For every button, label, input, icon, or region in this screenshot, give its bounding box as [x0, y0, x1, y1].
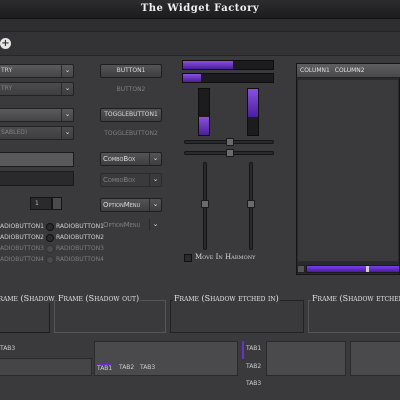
frame-shadow-out: [54, 300, 166, 333]
combo-disabled: SABLED) ⌄: [0, 126, 74, 140]
progress-bar-vertical-2: [247, 88, 259, 136]
radio-label: RADIOBUTTON3: [55, 245, 104, 252]
frame-shadow-etched-in-label: Frame (Shadow etched in): [173, 294, 280, 303]
horizontal-scrollbar[interactable]: [306, 265, 400, 273]
combo-entry-2: TRY ⌄: [0, 82, 74, 96]
combo-entry-1-text: TRY: [1, 67, 13, 74]
radio-button[interactable]: [45, 233, 54, 242]
radio-label: ADIOBUTTON4: [0, 256, 44, 263]
radio-group-1: ADIOBUTTON1 RADIOBUTTON1 ADIOBUTTON2 RADIO…: [0, 221, 104, 265]
radio-item: ADIOBUTTON4 RADIOBUTTON4: [0, 254, 104, 265]
spin-arrows[interactable]: [52, 197, 62, 210]
notebook2-tab-3[interactable]: TAB3: [140, 364, 155, 371]
frame-shadow-in: [0, 300, 50, 333]
notebook3-page: [266, 341, 346, 376]
combobox-label: ComboBox: [103, 155, 136, 163]
combo-entry-1[interactable]: TRY ⌄: [0, 64, 74, 78]
progress-fill: [183, 61, 233, 69]
radio-item[interactable]: ADIOBUTTON1 RADIOBUTTON1: [0, 221, 104, 232]
spin-value: 1: [35, 200, 39, 207]
toggle-button2: TOGGLEBUTTON2: [104, 130, 158, 137]
combobox[interactable]: ComboBox ⌄: [100, 152, 162, 166]
progress-bar-horizontal-2: [182, 73, 274, 83]
move-in-harmony-label: Move In Harmony: [195, 253, 256, 261]
chevron-down-icon: ⌄: [149, 219, 161, 231]
column2-header[interactable]: COLUMN2: [335, 67, 365, 74]
chevron-down-icon[interactable]: ⌄: [149, 199, 161, 211]
progress-fill: [248, 89, 258, 117]
option-menu-disabled: OptionMenu ⌄: [100, 218, 162, 232]
radio-label: RADIOBUTTON2: [55, 234, 104, 241]
toolbar: [0, 32, 400, 56]
window-title: The Widget Factory: [140, 3, 260, 14]
progress-bar-vertical-1: [198, 88, 210, 136]
notebook2-page: [94, 341, 238, 376]
option-menu-label: OptionMenu: [103, 201, 141, 209]
tree-body[interactable]: [298, 80, 398, 261]
button2: BUTTON2: [116, 86, 146, 93]
radio-label: ADIOBUTTON1: [0, 223, 44, 230]
radio-label: ADIOBUTTON2: [0, 234, 44, 241]
radio-label: RADIOBUTTON4: [55, 256, 104, 263]
radio-button: [45, 255, 54, 264]
scrollbar-grip-icon: [366, 266, 369, 272]
menubar[interactable]: [0, 19, 400, 32]
radio-label: ADIOBUTTON3: [0, 245, 44, 252]
combobox-disabled: ComboBox ⌄: [100, 173, 162, 187]
chevron-down-icon: ⌄: [61, 83, 73, 95]
frame-shadow-out-label: Frame (Shadow out): [57, 294, 141, 303]
text-entry[interactable]: [0, 171, 74, 186]
chevron-down-icon: ⌄: [149, 174, 161, 186]
hscale-1-knob[interactable]: [226, 138, 234, 146]
notebook3-tab-3[interactable]: TAB3: [246, 380, 261, 387]
notebook1-page: [0, 358, 92, 376]
frame-shadow-etched-in: [170, 300, 304, 333]
column1-header[interactable]: COLUMN1: [300, 67, 330, 74]
chevron-down-icon[interactable]: ⌄: [61, 109, 73, 121]
combo-disabled-text: SABLED): [1, 129, 28, 136]
radio-button[interactable]: [45, 222, 54, 231]
chevron-down-icon[interactable]: ⌄: [149, 153, 161, 165]
option-menu[interactable]: OptionMenu ⌄: [100, 198, 162, 212]
toggle-button1[interactable]: TOGGLEBUTTON1: [100, 108, 162, 122]
chevron-down-icon: ⌄: [61, 127, 73, 139]
tree-header[interactable]: COLUMN1 COLUMN2: [297, 64, 400, 78]
combo-entry-2-text: TRY: [1, 85, 13, 92]
progress-fill: [199, 116, 209, 135]
vscale-1-knob[interactable]: [201, 200, 209, 208]
button1[interactable]: BUTTON1: [100, 64, 162, 78]
notebook4-page: [350, 341, 400, 376]
radio-item[interactable]: ADIOBUTTON2 RADIOBUTTON2: [0, 232, 104, 243]
notebook2-tab-2[interactable]: TAB2: [119, 364, 134, 371]
resize-corner[interactable]: [297, 265, 305, 273]
chevron-down-icon[interactable]: ⌄: [61, 65, 73, 77]
spin-button[interactable]: 1: [30, 197, 52, 210]
entry-disabled: [0, 152, 74, 167]
move-in-harmony-checkbox[interactable]: [184, 254, 192, 262]
radio-label: RADIOBUTTON1: [55, 223, 104, 230]
progress-fill: [183, 74, 201, 82]
add-icon[interactable]: +: [0, 38, 11, 49]
hscale-2-knob[interactable]: [226, 149, 234, 157]
frame-shadow-etched-out: [308, 300, 400, 333]
radio-item: ADIOBUTTON3 RADIOBUTTON3: [0, 243, 104, 254]
frame-shadow-etched-out-label: Frame (Shadow etched out): [311, 294, 400, 303]
notebook3-active-marker: [242, 341, 244, 359]
notebook3-tab-1[interactable]: TAB1: [246, 345, 261, 352]
notebook2-tab-1[interactable]: TAB1: [97, 364, 113, 372]
combo-3[interactable]: ⌄: [0, 108, 74, 122]
radio-button: [45, 244, 54, 253]
combobox-disabled-label: ComboBox: [103, 176, 136, 184]
progress-bar-horizontal-1: [182, 60, 274, 70]
notebook1-tab[interactable]: TAB3: [0, 345, 15, 352]
notebook3-tab-2[interactable]: TAB2: [246, 363, 261, 370]
vscale-2-knob[interactable]: [247, 200, 255, 208]
option-menu-disabled-label: OptionMenu: [103, 221, 141, 229]
